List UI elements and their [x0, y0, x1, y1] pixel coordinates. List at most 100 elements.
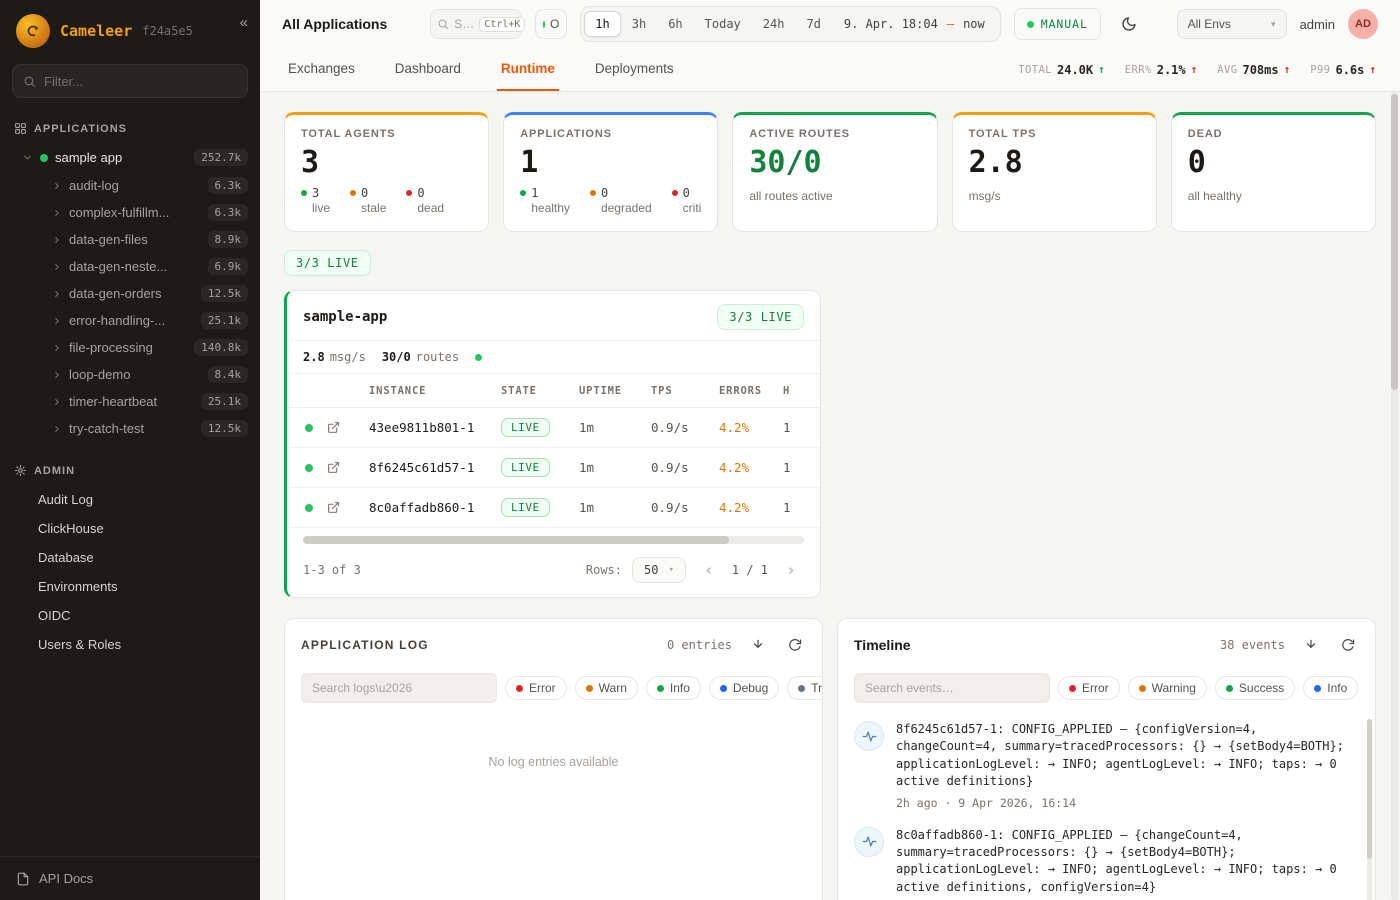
download-button[interactable] — [1300, 634, 1322, 656]
sidebar-item-users-roles[interactable]: Users & Roles — [0, 630, 260, 659]
range-button-1h[interactable]: 1h — [584, 11, 620, 37]
applications-icon — [14, 122, 27, 135]
sidebar-item-clickhouse[interactable]: ClickHouse — [0, 514, 260, 543]
app-name: sample app — [55, 150, 122, 165]
filter-chip-success[interactable]: Success — [1215, 676, 1295, 700]
env-select[interactable]: All Envs ▾ — [1177, 9, 1287, 39]
sidebar-item-audit-log[interactable]: audit-log 6.3k — [0, 172, 260, 199]
header-stats: TOTAL 24.0K ↑ ERR% 2.1% ↑ AVG 708ms ↑ P9… — [1018, 48, 1376, 91]
route-name: data-gen-orders — [69, 286, 162, 301]
filter-chip-info[interactable]: Info — [1303, 676, 1358, 700]
stat-p99: P99 6.6s ↑ — [1310, 63, 1376, 77]
external-link-icon[interactable] — [327, 461, 369, 474]
sidebar-item-try-catch-test[interactable]: try-catch-test 12.5k — [0, 415, 260, 442]
status-dot — [40, 154, 48, 162]
horizontal-scrollbar[interactable] — [303, 536, 804, 544]
stat-total: TOTAL 24.0K ↑ — [1018, 63, 1104, 77]
table-row[interactable]: 8c0affadb860-1 LIVE 1m 0.9/s 4.2% 1 — [287, 488, 820, 528]
sidebar-item-audit-log-admin[interactable]: Audit Log — [0, 485, 260, 514]
refresh-button[interactable] — [1337, 634, 1359, 656]
stat-avg: AVG 708ms ↑ — [1217, 63, 1290, 77]
prev-page-button[interactable]: ‹ — [696, 557, 722, 583]
status-dot — [475, 354, 482, 361]
topbar: All Applications S… Ctrl+K O 1h 3h 6h To… — [260, 0, 1400, 48]
sidebar-item-complex-fulfillm[interactable]: complex-fulfillm... 6.3k — [0, 199, 260, 226]
route-name: loop-demo — [69, 367, 130, 382]
filter-chip-debug[interactable]: Debug — [709, 676, 779, 700]
breakdown-stale: 0 stale — [350, 186, 386, 215]
status-chip[interactable]: O — [535, 9, 567, 39]
range-button-24h[interactable]: 24h — [752, 11, 796, 37]
table-row[interactable]: 43ee9811b801-1 LIVE 1m 0.9/s 4.2% 1 — [287, 408, 820, 448]
instance-id: 8f6245c61d57-1 — [369, 460, 501, 475]
stat-label: ERR% — [1125, 64, 1152, 76]
status-dot — [1069, 685, 1076, 692]
filter-chip-info[interactable]: Info — [646, 676, 701, 700]
filter-chip-trace[interactable]: Trace — [787, 676, 823, 700]
table-row[interactable]: 8f6245c61d57-1 LIVE 1m 0.9/s 4.2% 1 — [287, 448, 820, 488]
bottom-panels: APPLICATION LOG 0 entries Error Warn Inf… — [284, 618, 1376, 900]
refresh-button[interactable] — [784, 634, 806, 656]
global-search[interactable]: S… Ctrl+K — [430, 9, 522, 39]
download-button[interactable] — [747, 634, 769, 656]
page-scrollbar-thumb[interactable] — [1391, 94, 1398, 390]
range-button-7d[interactable]: 7d — [795, 11, 831, 37]
filter-chip-error[interactable]: Error — [1058, 676, 1120, 700]
sidebar-item-data-gen-orders[interactable]: data-gen-orders 12.5k — [0, 280, 260, 307]
card-value: 1 — [520, 145, 701, 180]
dark-mode-toggle[interactable] — [1114, 9, 1144, 39]
errors: 4.2% — [719, 500, 783, 515]
card-subtext: all healthy — [1188, 189, 1359, 203]
event-message: 8c0affadb860-1: CONFIG_APPLIED — {change… — [896, 827, 1355, 897]
status-dot — [305, 424, 313, 432]
tab-deployments[interactable]: Deployments — [591, 48, 678, 91]
list-item[interactable]: 8f6245c61d57-1: CONFIG_APPLIED — {config… — [854, 721, 1355, 810]
route-name: data-gen-neste... — [69, 259, 167, 274]
filter-input[interactable] — [44, 74, 237, 89]
filter-chip-warning[interactable]: Warning — [1128, 676, 1207, 700]
tab-dashboard[interactable]: Dashboard — [391, 48, 465, 91]
range-button-3h[interactable]: 3h — [621, 11, 657, 37]
rows-per-page-select[interactable]: 50 ▾ — [632, 557, 686, 583]
next-page-button[interactable]: › — [778, 557, 804, 583]
sidebar-item-oidc[interactable]: OIDC — [0, 601, 260, 630]
tab-exchanges[interactable]: Exchanges — [284, 48, 359, 91]
api-docs-link[interactable]: API Docs — [0, 856, 260, 900]
sidebar-item-file-processing[interactable]: file-processing 140.8k — [0, 334, 260, 361]
sidebar-item-database[interactable]: Database — [0, 543, 260, 572]
log-search-input[interactable] — [301, 673, 497, 703]
scrollbar-thumb[interactable] — [303, 536, 729, 544]
timeline-search-input[interactable] — [854, 673, 1050, 703]
timeline-scrollbar[interactable] — [1367, 719, 1372, 900]
sidebar-item-sample-app[interactable]: sample app 252.7k — [0, 143, 260, 172]
stat-cards-row: TOTAL AGENTS 3 3 live 0 stale 0 dead — [284, 112, 1376, 232]
sidebar-item-environments[interactable]: Environments — [0, 572, 260, 601]
manual-refresh-toggle[interactable]: MANUAL — [1014, 8, 1101, 40]
chevron-down-icon — [22, 152, 33, 163]
card-value: 3 — [301, 145, 472, 180]
live-summary-chip[interactable]: 3/3 LIVE — [284, 250, 371, 276]
filter-chip-error[interactable]: Error — [505, 676, 567, 700]
avatar[interactable]: AD — [1348, 9, 1378, 39]
range-button-today[interactable]: Today — [694, 11, 752, 37]
sidebar-item-data-gen-neste[interactable]: data-gen-neste... 6.9k — [0, 253, 260, 280]
filter-chip-warn[interactable]: Warn — [575, 676, 638, 700]
chevron-right-icon — [52, 181, 62, 191]
sidebar-item-error-handling[interactable]: error-handling-... 25.1k — [0, 307, 260, 334]
date-range-picker[interactable]: 9. Apr. 18:04 — now — [832, 17, 997, 31]
status-dot — [305, 504, 313, 512]
range-button-6h[interactable]: 6h — [657, 11, 693, 37]
sidebar-item-data-gen-files[interactable]: data-gen-files 8.9k — [0, 226, 260, 253]
external-link-icon[interactable] — [327, 421, 369, 434]
sidebar-item-loop-demo[interactable]: loop-demo 8.4k — [0, 361, 260, 388]
tab-runtime[interactable]: Runtime — [497, 48, 559, 91]
count-badge: 252.7k — [194, 149, 248, 166]
breakdown-critical: 0 criti — [672, 186, 702, 215]
sidebar-item-timer-heartbeat[interactable]: timer-heartbeat 25.1k — [0, 388, 260, 415]
list-item[interactable]: 8c0affadb860-1: CONFIG_APPLIED — {change… — [854, 827, 1355, 900]
external-link-icon[interactable] — [327, 501, 369, 514]
scrollbar-thumb[interactable] — [1367, 719, 1372, 859]
sidebar-collapse-icon[interactable]: « — [240, 14, 248, 31]
instances-table: INSTANCE STATE UPTIME TPS ERRORS H 43ee9… — [287, 374, 820, 528]
sidebar-header: Cameleer f24a5e5 « — [0, 0, 260, 56]
